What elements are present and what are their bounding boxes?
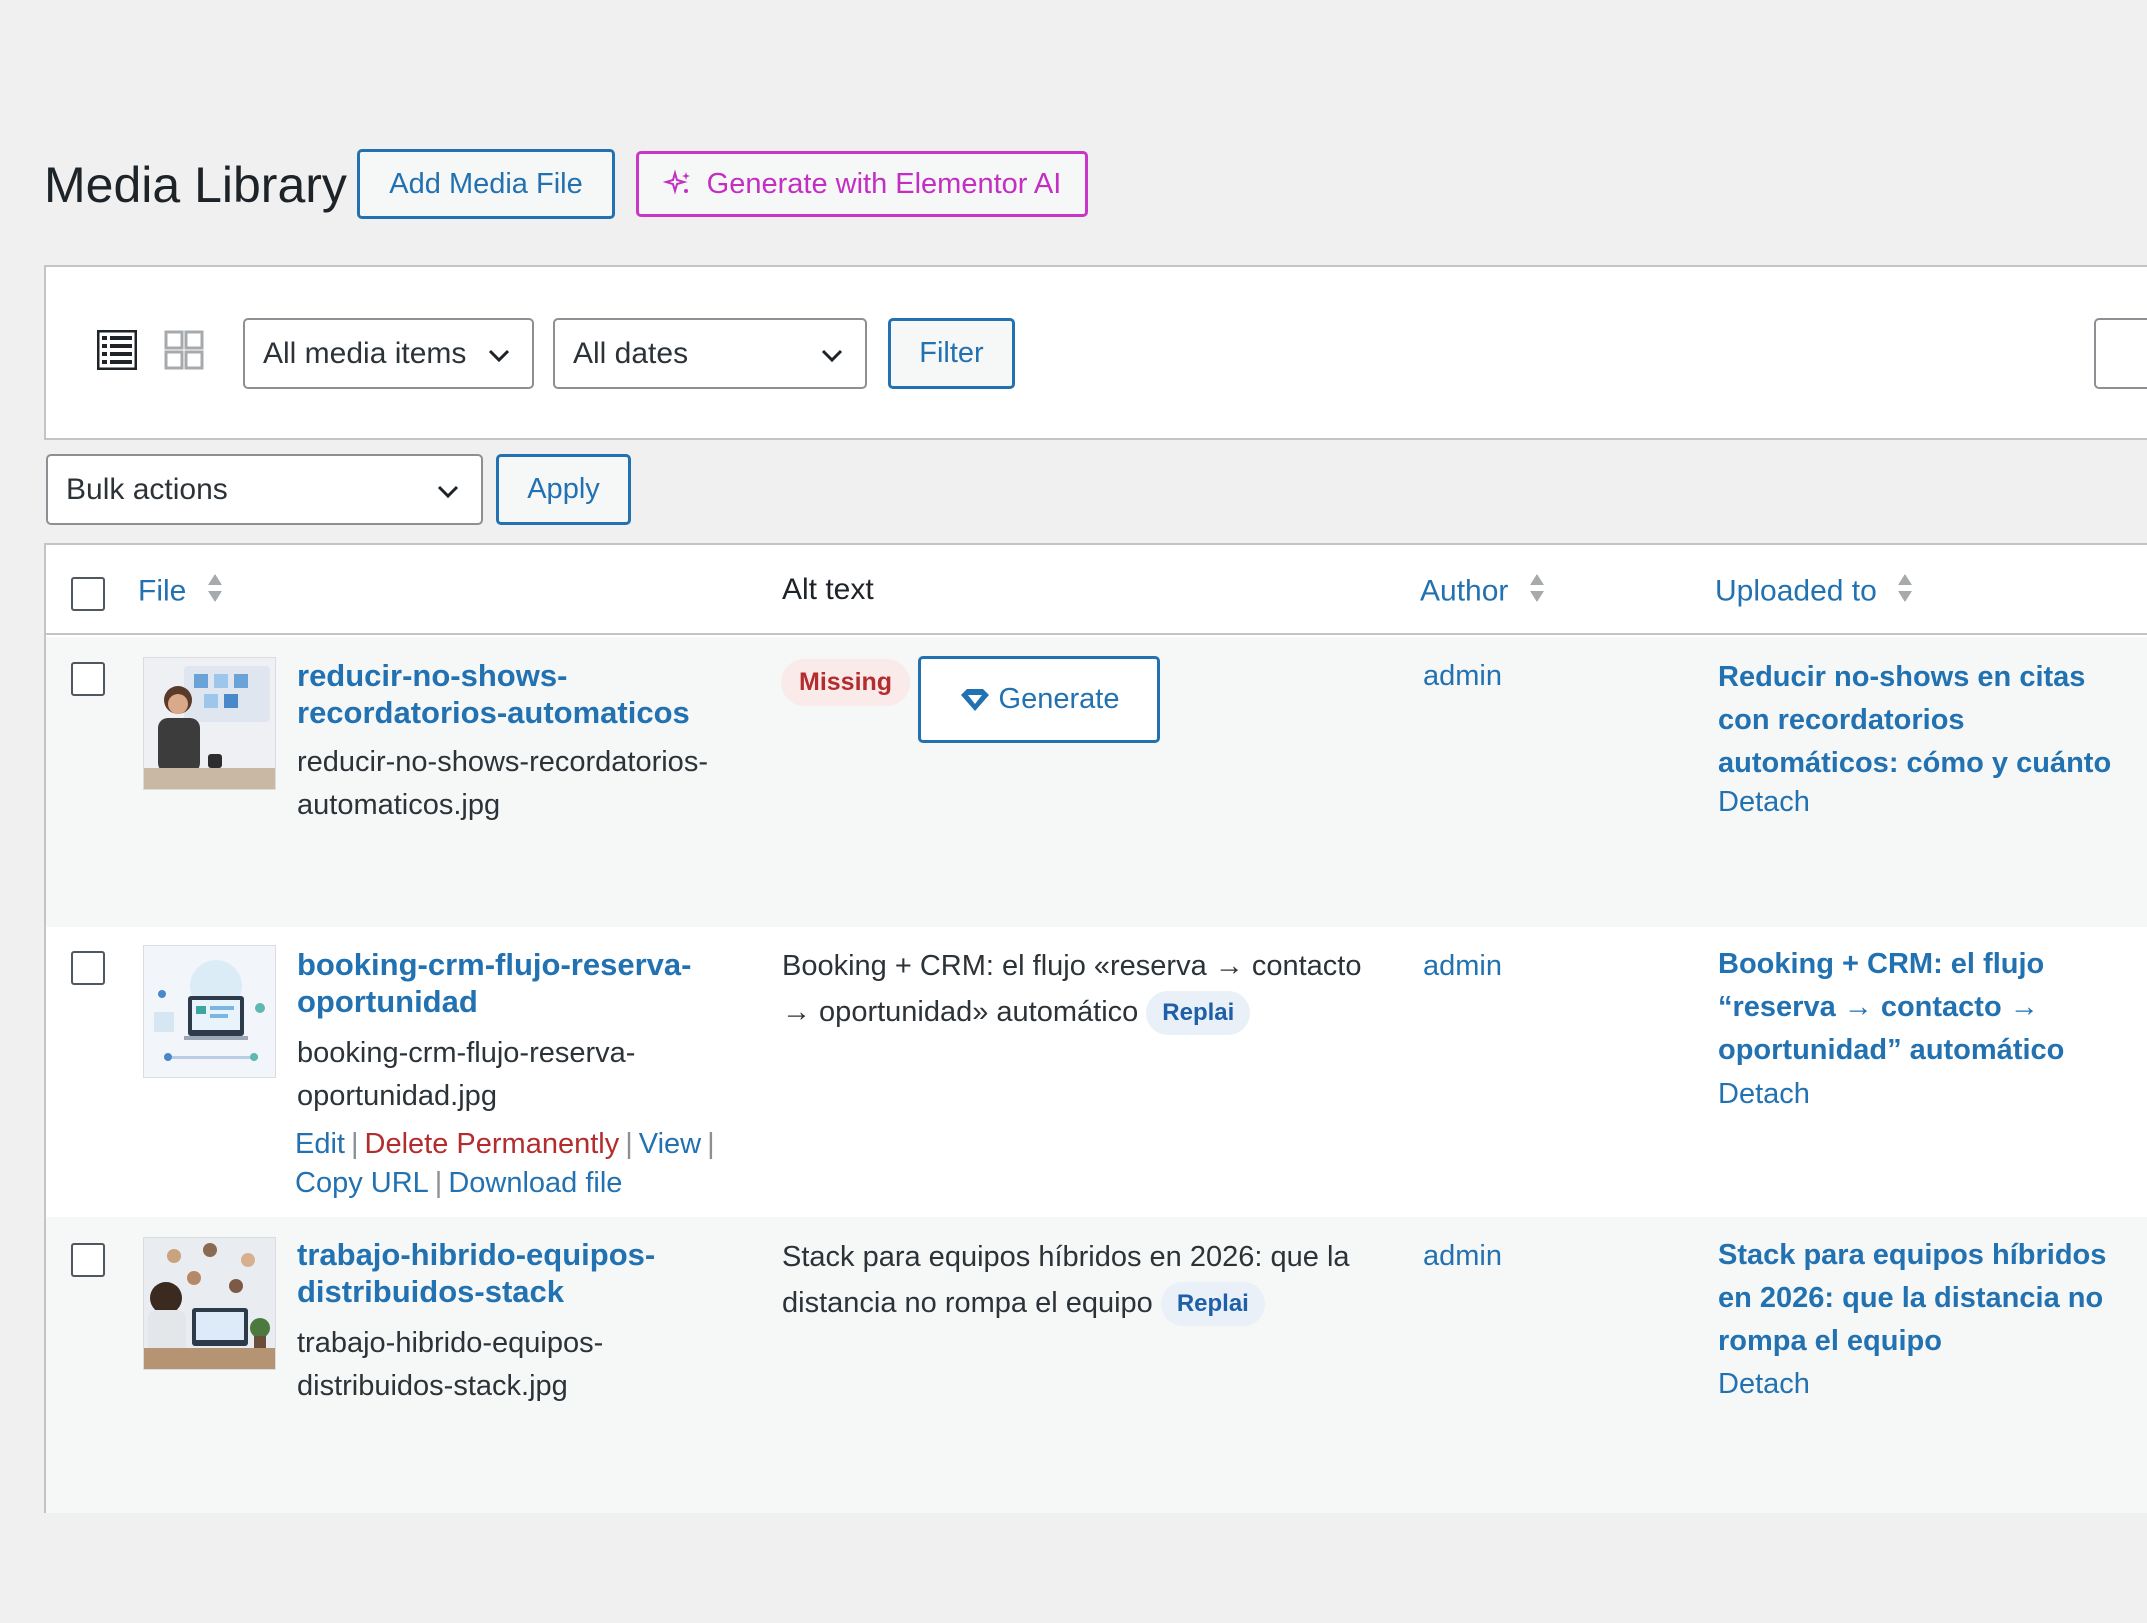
column-uploaded-label: Uploaded to bbox=[1715, 574, 1877, 608]
detach-link[interactable]: Detach bbox=[1718, 786, 1810, 819]
file-title-link[interactable]: trabajo-hibrido-equipos- distribuidos-st… bbox=[297, 1236, 757, 1310]
thumbnail-image[interactable] bbox=[143, 657, 276, 790]
replai-badge[interactable]: Replai bbox=[1146, 991, 1251, 1036]
row-checkbox[interactable] bbox=[71, 662, 105, 696]
row-checkbox[interactable] bbox=[71, 1243, 105, 1277]
copy-url-link[interactable]: Copy URL bbox=[295, 1167, 429, 1199]
detach-link[interactable]: Detach bbox=[1718, 1078, 1810, 1111]
date-select[interactable]: All dates bbox=[553, 318, 867, 389]
bulk-actions-select[interactable]: Bulk actions bbox=[46, 454, 483, 525]
column-uploaded-to[interactable]: Uploaded to bbox=[1715, 572, 1913, 613]
column-file-label: File bbox=[138, 574, 187, 608]
file-name: reducir-no-shows-recordatorios- automati… bbox=[297, 746, 708, 821]
generate-with-ai-label: Generate with Elementor AI bbox=[706, 167, 1062, 200]
sparkle-icon bbox=[662, 169, 693, 199]
sort-icon bbox=[1897, 572, 1913, 613]
list-view-icon[interactable] bbox=[96, 329, 138, 371]
edit-link[interactable]: Edit bbox=[295, 1128, 345, 1160]
date-value: All dates bbox=[573, 336, 689, 370]
file-name: trabajo-hibrido-equipos- distribuidos-st… bbox=[297, 1327, 604, 1402]
file-title-link[interactable]: reducir-no-shows- recordatorios-automati… bbox=[297, 657, 757, 731]
author-link[interactable]: admin bbox=[1423, 660, 1502, 693]
view-link[interactable]: View bbox=[639, 1128, 701, 1160]
bulk-actions-value: Bulk actions bbox=[66, 472, 228, 506]
missing-alt-badge: Missing bbox=[781, 659, 911, 706]
row-checkbox[interactable] bbox=[71, 951, 105, 985]
author-link[interactable]: admin bbox=[1423, 950, 1502, 983]
media-type-value: All media items bbox=[263, 336, 467, 370]
select-all-checkbox[interactable] bbox=[71, 577, 105, 611]
author-link[interactable]: admin bbox=[1423, 1240, 1502, 1273]
column-author-label: Author bbox=[1420, 574, 1509, 608]
uploaded-to-link[interactable]: Reducir no-shows en citas con recordator… bbox=[1718, 656, 2138, 785]
thumbnail-image[interactable] bbox=[143, 1237, 276, 1370]
alt-text-value: Booking + CRM: el flujo «reserva → conta… bbox=[782, 943, 1402, 1036]
row-actions: Edit | Delete Permanently | View | Copy URL | D… bbox=[295, 1128, 715, 1199]
diamond-icon bbox=[959, 687, 991, 713]
alt-text-value: Stack para equipos híbridos en 2026: que… bbox=[782, 1234, 1402, 1327]
download-file-link[interactable]: Download file bbox=[448, 1167, 622, 1199]
uploaded-to-link[interactable]: Booking + CRM: el flujo “reserva → conta… bbox=[1718, 943, 2138, 1072]
column-author[interactable]: Author bbox=[1420, 572, 1545, 613]
grid-view-icon[interactable] bbox=[164, 330, 204, 370]
column-file[interactable]: File bbox=[138, 572, 223, 613]
generate-alt-label: Generate bbox=[998, 683, 1120, 715]
column-alt-text: Alt text bbox=[782, 573, 874, 606]
page-title: Media Library bbox=[44, 157, 347, 213]
media-type-select[interactable]: All media items bbox=[243, 318, 534, 389]
replai-badge[interactable]: Replai bbox=[1160, 1282, 1265, 1327]
apply-button[interactable]: Apply bbox=[496, 454, 631, 525]
delete-permanently-link[interactable]: Delete Permanently bbox=[365, 1128, 620, 1160]
detach-link[interactable]: Detach bbox=[1718, 1368, 1810, 1401]
add-media-file-button[interactable]: Add Media File bbox=[357, 149, 615, 219]
generate-alt-button[interactable]: Generate bbox=[918, 656, 1160, 743]
chevron-down-icon bbox=[437, 473, 459, 507]
sort-icon bbox=[1529, 572, 1545, 613]
uploaded-to-link[interactable]: Stack para equipos híbridos en 2026: que… bbox=[1718, 1234, 2138, 1363]
generate-with-ai-button[interactable]: Generate with Elementor AI bbox=[636, 151, 1088, 217]
file-name: booking-crm-flujo-reserva- oportunidad.j… bbox=[297, 1037, 636, 1112]
chevron-down-icon bbox=[821, 337, 843, 371]
sort-icon bbox=[207, 572, 223, 613]
chevron-down-icon bbox=[488, 337, 510, 371]
filter-button[interactable]: Filter bbox=[888, 318, 1015, 389]
search-input[interactable] bbox=[2094, 318, 2147, 389]
thumbnail-image[interactable] bbox=[143, 945, 276, 1078]
file-title-link[interactable]: booking-crm-flujo-reserva- oportunidad bbox=[297, 946, 757, 1020]
